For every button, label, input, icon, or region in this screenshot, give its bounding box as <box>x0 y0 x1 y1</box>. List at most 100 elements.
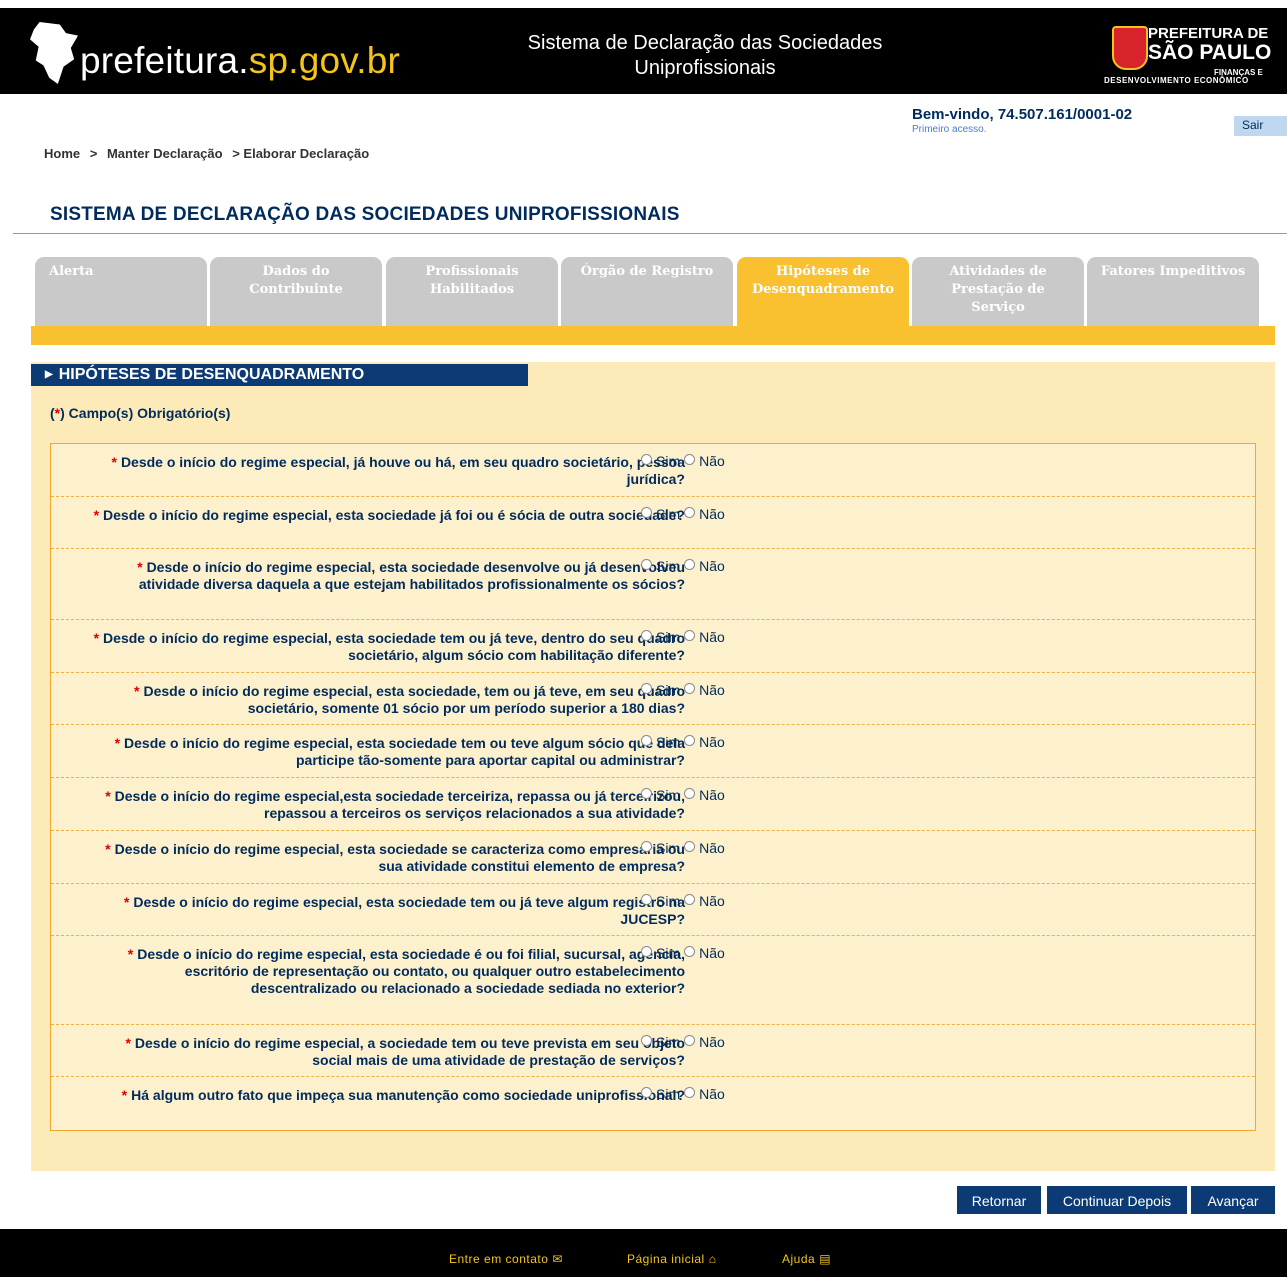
section-title: HIPÓTESES DE DESENQUADRAMENTO <box>58 366 365 383</box>
sao-paulo-map-icon <box>30 22 78 84</box>
home-link[interactable]: Página inicial ⌂ <box>627 1252 716 1266</box>
home-icon: ⌂ <box>708 1252 717 1266</box>
pref-line2: SÃO PAULO <box>1148 41 1272 64</box>
question-options: Sim Não <box>641 734 725 750</box>
radio-sim[interactable] <box>641 788 652 799</box>
question-options: Sim Não <box>641 787 725 803</box>
question-row: * Desde o início do regime especial, esta… <box>51 725 1255 778</box>
radio-nao[interactable] <box>684 683 696 694</box>
question-text: * Desde o início do regime especial, esta… <box>134 683 685 716</box>
tab-alerta[interactable]: Alerta <box>35 257 207 326</box>
pref-line4: DESENVOLVIMENTO ECONÔMICO <box>1104 76 1249 85</box>
question-text: * Desde o início do regime especial,esta … <box>105 788 685 821</box>
question-text: * Desde o início do regime especial, já h… <box>111 454 685 487</box>
tab-dados-contribuinte[interactable]: Dados do Contribuinte <box>210 257 382 326</box>
radio-nao[interactable] <box>684 1035 696 1046</box>
breadcrumb-home[interactable]: Home <box>44 146 80 161</box>
next-button[interactable]: Avançar <box>1191 1186 1275 1214</box>
radio-nao[interactable] <box>684 788 696 799</box>
question-text: * Desde o início do regime especial, a so… <box>125 1035 685 1068</box>
question-text: * Desde o início do regime especial, esta… <box>114 735 685 768</box>
question-options: Sim Não <box>641 1086 725 1102</box>
question-row: * Desde o início do regime especial, esta… <box>51 620 1255 673</box>
city-crest-icon <box>1112 26 1148 70</box>
tab-orgao-registro[interactable]: Órgão de Registro <box>561 257 733 326</box>
question-options: Sim Não <box>641 558 725 574</box>
required-fields-note: (*) Campo(s) Obrigatório(s) <box>50 405 231 421</box>
radio-nao[interactable] <box>684 946 696 957</box>
question-row: * Desde o início do regime especial, já h… <box>51 444 1255 497</box>
continue-later-button[interactable]: Continuar Depois <box>1047 1186 1187 1214</box>
questions-box: * Desde o início do regime especial, já h… <box>50 443 1256 1131</box>
prefeitura-logo: PREFEITURA DE SÃO PAULO FINANÇAS E DESEN… <box>1104 20 1287 100</box>
question-options: Sim Não <box>641 453 725 469</box>
radio-nao[interactable] <box>684 735 696 746</box>
question-row: * Desde o início do regime especial,esta … <box>51 778 1255 831</box>
breadcrumb-separator: > <box>89 146 98 161</box>
question-text: * Desde o início do regime especial, esta… <box>93 507 685 523</box>
tab-atividades[interactable]: Atividades de Prestação de Serviço <box>912 257 1084 326</box>
tab-hipoteses[interactable]: Hipóteses de Desenquadramento <box>737 257 909 326</box>
section-header: ▶ HIPÓTESES DE DESENQUADRAMENTO <box>31 364 528 386</box>
question-text: * Há algum outro fato que impeça sua manu… <box>121 1087 685 1103</box>
question-text: * Desde o início do regime especial, esta… <box>123 894 685 927</box>
tab-fatores-impeditivos[interactable]: Fatores Impeditivos <box>1087 257 1259 326</box>
envelope-icon: ✉ <box>552 1252 563 1266</box>
triangle-right-icon: ▶ <box>45 369 53 380</box>
radio-nao[interactable] <box>684 454 696 465</box>
question-options: Sim Não <box>641 945 725 961</box>
logout-button[interactable]: Sair <box>1234 116 1287 136</box>
system-title: Sistema de Declaração das Sociedades Uni… <box>527 32 883 79</box>
breadcrumb-manter[interactable]: Manter Declaração <box>107 146 223 161</box>
radio-sim[interactable] <box>641 1035 652 1046</box>
question-row: * Desde o início do regime especial, esta… <box>51 673 1255 725</box>
radio-nao[interactable] <box>684 894 696 905</box>
question-row: * Desde o início do regime especial, esta… <box>51 831 1255 884</box>
question-text: * Desde o início do regime especial, esta… <box>93 630 685 663</box>
breadcrumb-current: > Elaborar Declaração <box>232 146 370 161</box>
site-header: prefeitura.sp.gov.br Sistema de Declaraç… <box>0 8 1287 94</box>
question-options: Sim Não <box>641 893 725 909</box>
tab-underline-bar <box>31 326 1275 345</box>
radio-sim[interactable] <box>641 559 652 570</box>
radio-nao[interactable] <box>684 841 696 852</box>
radio-sim[interactable] <box>641 507 652 518</box>
question-text: * Desde o início do regime especial, esta… <box>105 841 685 874</box>
question-options: Sim Não <box>641 840 725 856</box>
radio-sim[interactable] <box>641 454 652 465</box>
pref-line1: PREFEITURA DE <box>1148 25 1269 42</box>
radio-nao[interactable] <box>684 630 696 641</box>
welcome-text: Bem-vindo, 74.507.161/0001-02 <box>912 106 1133 123</box>
radio-nao[interactable] <box>684 1087 696 1098</box>
help-link[interactable]: Ajuda ▤ <box>782 1252 831 1266</box>
question-options: Sim Não <box>641 506 725 522</box>
question-row: * Desde o início do regime especial, esta… <box>51 497 1255 549</box>
radio-sim[interactable] <box>641 683 652 694</box>
radio-sim[interactable] <box>641 841 652 852</box>
question-row: * Desde o início do regime especial, a so… <box>51 1025 1255 1077</box>
question-options: Sim Não <box>641 682 725 698</box>
breadcrumb: Home > Manter Declaração > Elaborar Decl… <box>44 146 375 161</box>
back-button[interactable]: Retornar <box>957 1186 1041 1214</box>
question-row: * Há algum outro fato que impeça sua manu… <box>51 1077 1255 1130</box>
question-row: * Desde o início do regime especial, esta… <box>51 936 1255 1025</box>
question-text: * Desde o início do regime especial, esta… <box>137 559 685 592</box>
question-options: Sim Não <box>641 629 725 645</box>
question-row: * Desde o início do regime especial, esta… <box>51 549 1255 620</box>
radio-sim[interactable] <box>641 1087 652 1098</box>
radio-sim[interactable] <box>641 894 652 905</box>
question-row: * Desde o início do regime especial, esta… <box>51 884 1255 936</box>
radio-nao[interactable] <box>684 559 696 570</box>
divider <box>13 233 1287 234</box>
radio-nao[interactable] <box>684 507 696 518</box>
radio-sim[interactable] <box>641 946 652 957</box>
tab-profissionais[interactable]: Profissionais Habilitados <box>386 257 558 326</box>
radio-sim[interactable] <box>641 735 652 746</box>
document-icon: ▤ <box>819 1252 832 1266</box>
contact-link[interactable]: Entre em contato ✉ <box>449 1252 563 1266</box>
question-options: Sim Não <box>641 1034 725 1050</box>
radio-sim[interactable] <box>641 630 652 641</box>
question-text: * Desde o início do regime especial, esta… <box>127 946 685 996</box>
first-access-note: Primeiro acesso. <box>912 124 987 135</box>
site-logo[interactable]: prefeitura.sp.gov.br <box>80 42 400 79</box>
